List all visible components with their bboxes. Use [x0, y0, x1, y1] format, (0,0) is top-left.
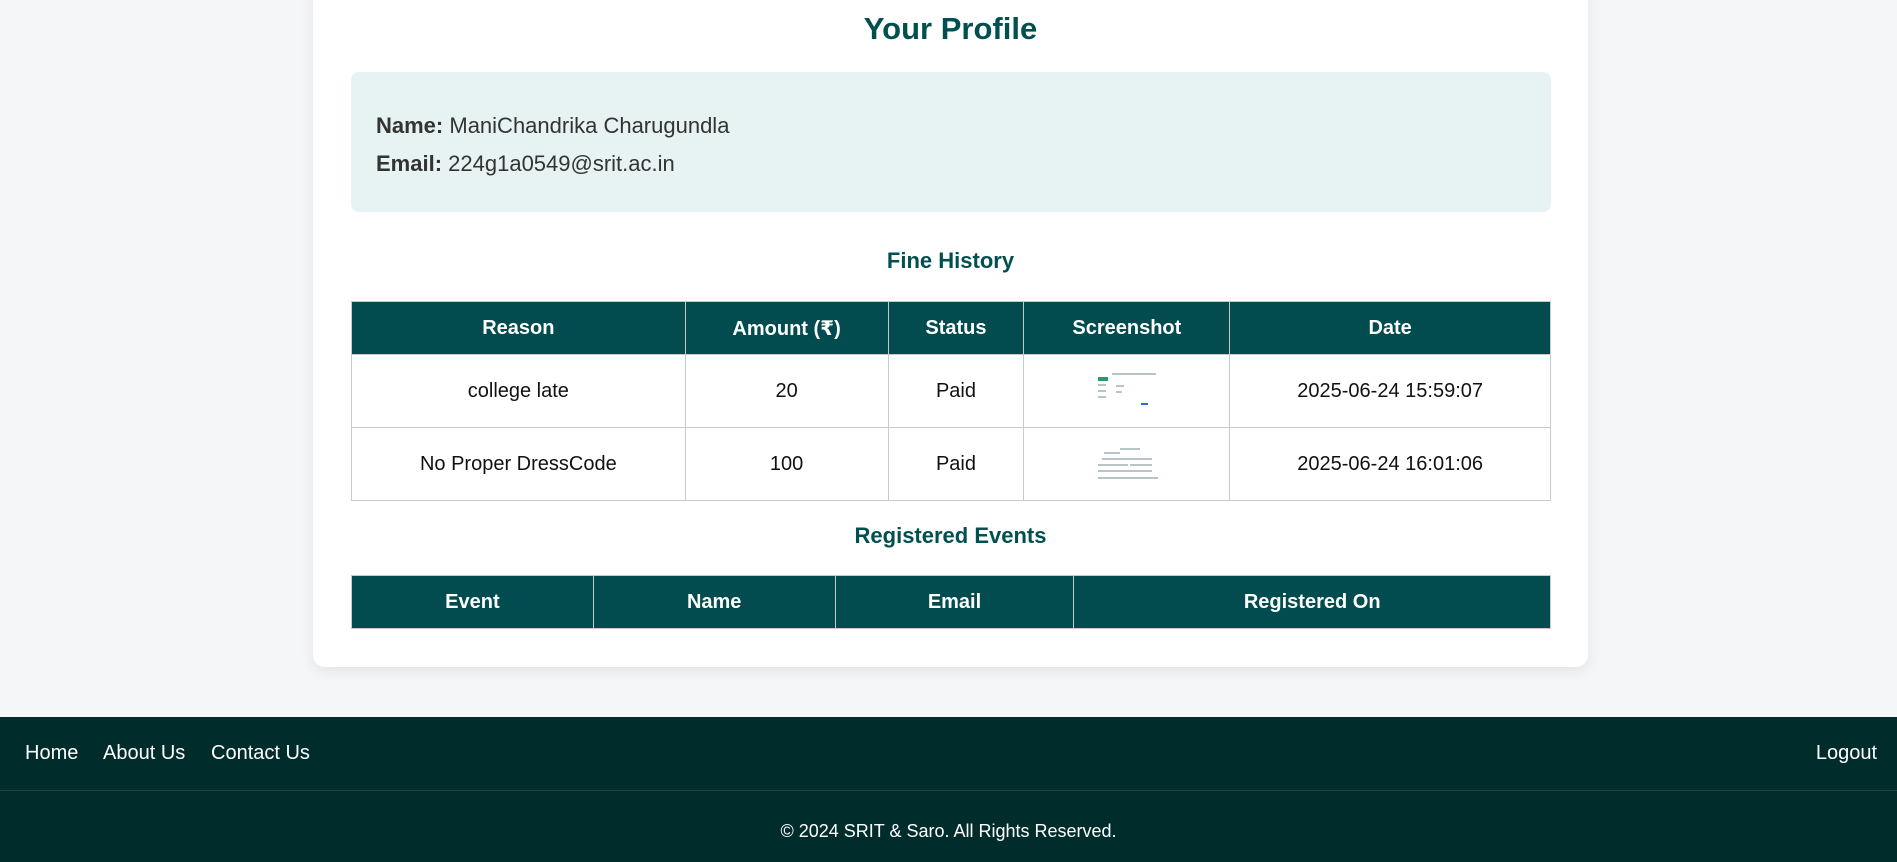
fine-screenshot-cell: [1023, 427, 1231, 501]
col-email: Email: [834, 575, 1075, 629]
footer-link-home[interactable]: Home: [25, 742, 78, 765]
col-amount: Amount (₹): [684, 301, 889, 355]
col-name: Name: [592, 575, 836, 629]
fine-status: Paid: [887, 354, 1025, 428]
col-reason: Reason: [351, 301, 686, 355]
registered-events-table: Event Name Email Registered On: [351, 575, 1551, 629]
fine-amount: 100: [684, 427, 889, 501]
fine-table-header: Reason Amount (₹) Status Screenshot Date: [351, 301, 1551, 355]
fine-date: 2025-06-24 15:59:07: [1229, 354, 1551, 428]
footer-link-about[interactable]: About Us: [103, 742, 185, 765]
logout-link[interactable]: Logout: [1816, 742, 1877, 765]
profile-card: Your Profile Name: ManiChandrika Charugu…: [313, 0, 1588, 667]
screenshot-thumbnail[interactable]: [1093, 371, 1160, 411]
col-date: Date: [1229, 301, 1551, 355]
fine-status: Paid: [887, 427, 1025, 501]
events-table-header: Event Name Email Registered On: [351, 575, 1551, 629]
site-footer: Home About Us Contact Us Logout © 2024 S…: [0, 717, 1897, 862]
fine-history-title: Fine History: [886, 248, 1015, 273]
fine-history-table: Reason Amount (₹) Status Screenshot Date…: [351, 301, 1551, 501]
screenshot-thumbnail[interactable]: [1093, 444, 1160, 484]
col-screenshot: Screenshot: [1023, 301, 1231, 355]
copyright-text: © 2024 SRIT & Saro. All Rights Reserved.: [780, 821, 1117, 841]
col-registered-on: Registered On: [1073, 575, 1551, 629]
col-status: Status: [887, 301, 1025, 355]
page-title: Your Profile: [863, 11, 1038, 46]
profile-name-row: Name: ManiChandrika Charugundla: [376, 107, 1526, 145]
profile-email-row: Email: 224g1a0549@srit.ac.in: [376, 145, 1526, 183]
table-row: college late 20 Paid 2025-06-24 15:59:07: [351, 354, 1551, 428]
fine-amount: 20: [684, 354, 889, 428]
fine-reason: college late: [351, 354, 686, 428]
registered-events-title: Registered Events: [854, 523, 1047, 548]
name-label: Name:: [376, 113, 444, 138]
profile-name: ManiChandrika Charugundla: [449, 113, 730, 138]
footer-link-contact[interactable]: Contact Us: [211, 742, 310, 765]
footer-nav: Home About Us Contact Us Logout: [0, 717, 1897, 791]
fine-date: 2025-06-24 16:01:06: [1229, 427, 1551, 501]
email-label: Email:: [376, 151, 443, 176]
fine-reason: No Proper DressCode: [351, 427, 686, 501]
profile-email: 224g1a0549@srit.ac.in: [448, 151, 675, 176]
table-row: No Proper DressCode 100 Paid 2025-06-24 …: [351, 427, 1551, 501]
profile-info-box: Name: ManiChandrika Charugundla Email: 2…: [351, 72, 1551, 212]
col-event: Event: [351, 575, 594, 629]
fine-screenshot-cell: [1023, 354, 1231, 428]
